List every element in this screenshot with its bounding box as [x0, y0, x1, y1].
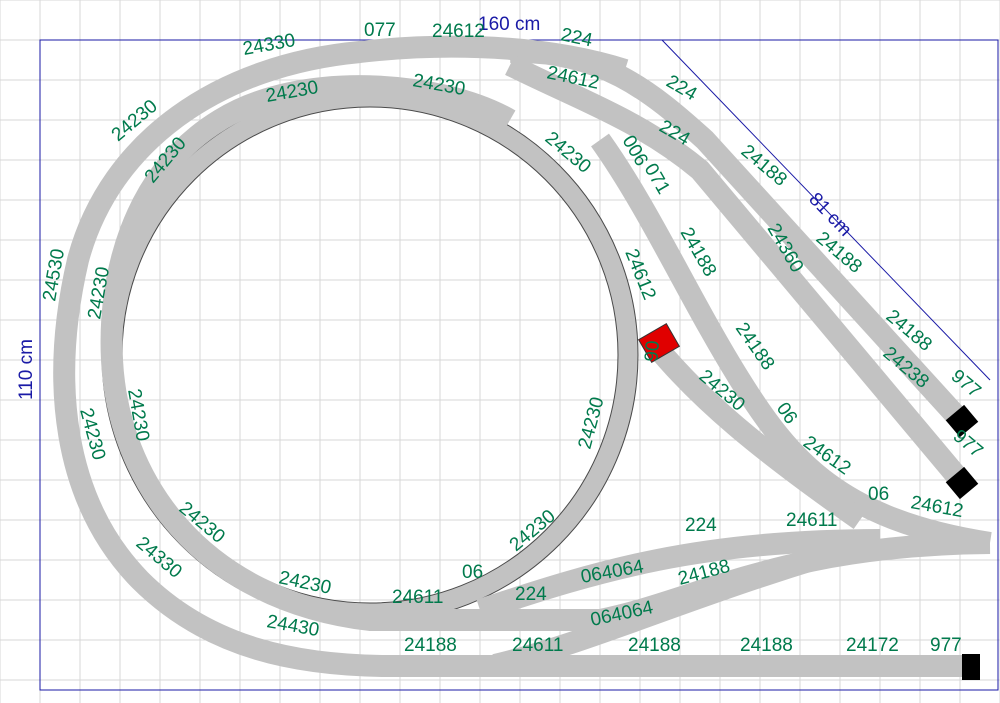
part-label: 24188: [404, 635, 457, 656]
part-label: 24612: [432, 21, 485, 42]
part-label: 24611: [786, 510, 837, 531]
part-label: 224: [515, 584, 547, 605]
part-label: 06: [868, 484, 889, 505]
signal-branch-track: [646, 338, 867, 530]
part-label: 06: [639, 340, 662, 363]
tracks: [53, 35, 992, 677]
part-label: 224: [685, 515, 717, 536]
part-label: 06: [462, 562, 483, 583]
part-label: 977: [930, 635, 962, 656]
part-label: 24172: [846, 635, 899, 656]
width-dimension-label: 160 cm: [478, 14, 540, 35]
part-label: 077: [364, 20, 396, 41]
part-label: 24188: [628, 635, 681, 656]
track-plan-canvas: 160 cm 110 cm 81 cm 24330 077 24612 224 …: [0, 0, 1000, 703]
part-label: 064064: [579, 556, 646, 588]
buffer-stop-3[interactable]: [962, 654, 980, 680]
part-label: 24188: [740, 635, 793, 656]
part-label: 24611: [392, 587, 443, 608]
height-dimension-label: 110 cm: [16, 339, 37, 400]
part-label: 24611: [512, 635, 563, 656]
